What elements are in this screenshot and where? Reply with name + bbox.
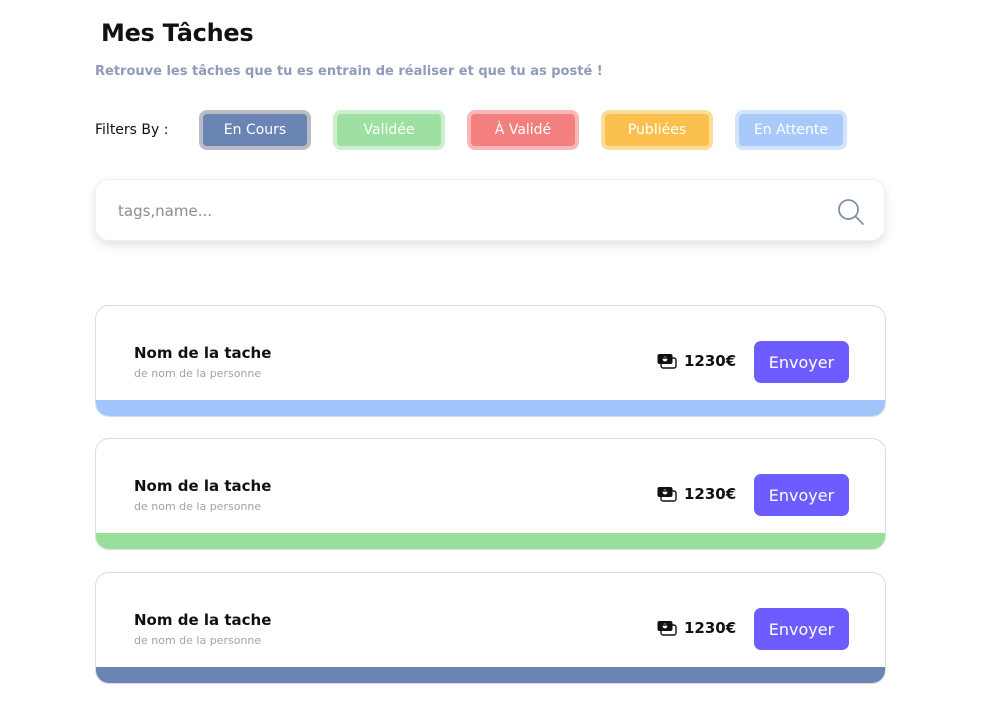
search-box (95, 179, 885, 241)
search-icon[interactable] (836, 197, 866, 227)
task-amount: 1230€ (684, 485, 737, 503)
send-button[interactable]: Envoyer (754, 474, 849, 516)
send-button[interactable]: Envoyer (754, 608, 849, 650)
task-person: de nom de la personne (134, 634, 262, 647)
search-input[interactable] (116, 194, 820, 228)
page-title: Mes Tâches (101, 19, 254, 47)
task-person: de nom de la personne (134, 500, 262, 513)
filter-chip-en-attente[interactable]: En Attente (735, 110, 847, 150)
filter-chip-validee[interactable]: Validée (333, 110, 445, 150)
filter-bar: Filters By : En Cours Validée À Validé P… (95, 110, 869, 150)
task-person: de nom de la personne (134, 367, 262, 380)
send-button[interactable]: Envoyer (754, 341, 849, 383)
task-card: Nom de la tache de nom de la personne 12… (95, 438, 886, 550)
task-name: Nom de la tache (134, 611, 272, 629)
task-amount: 1230€ (684, 352, 737, 370)
task-card: Nom de la tache de nom de la personne 12… (95, 572, 886, 684)
filters-label: Filters By : (95, 122, 169, 138)
money-icon (657, 354, 677, 369)
task-card: Nom de la tache de nom de la personne 12… (95, 305, 886, 417)
task-name: Nom de la tache (134, 344, 272, 362)
status-bar (96, 400, 885, 416)
filter-chip-publiees[interactable]: Publiées (601, 110, 713, 150)
filter-chip-en-cours[interactable]: En Cours (199, 110, 311, 150)
filter-chip-a-valide[interactable]: À Validé (467, 110, 579, 150)
status-bar (96, 667, 885, 683)
task-name: Nom de la tache (134, 477, 272, 495)
money-icon (657, 621, 677, 636)
task-amount: 1230€ (684, 619, 737, 637)
page-subtitle: Retrouve les tâches que tu es entrain de… (95, 64, 603, 79)
status-bar (96, 533, 885, 549)
money-icon (657, 487, 677, 502)
